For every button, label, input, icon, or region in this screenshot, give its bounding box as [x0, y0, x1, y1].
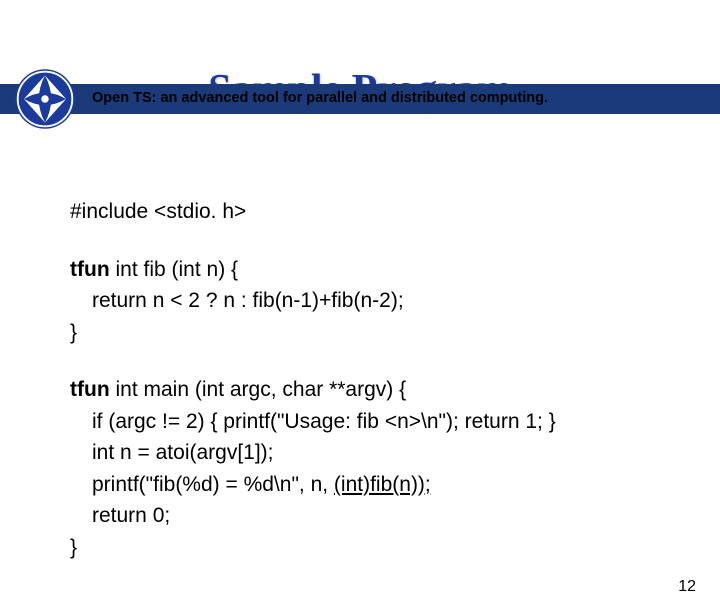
- fib-sig-rest: int fib (int n) {: [110, 258, 238, 281]
- cast-expr: (int)fib(n));: [334, 473, 431, 496]
- tfun-keyword: tfun: [70, 258, 110, 281]
- tfun-keyword: tfun: [70, 378, 110, 401]
- main-close: }: [70, 532, 670, 564]
- fib-body: return n < 2 ? n : fib(n-1)+fib(n-2);: [70, 285, 670, 317]
- include-line: #include <stdio. h>: [70, 196, 670, 228]
- header-title: Open TS: an advanced tool for parallel a…: [92, 90, 710, 106]
- main-line-3: printf("fib(%d) = %d\n", n, (int)fib(n))…: [70, 469, 670, 501]
- main-sig-rest: int main (int argc, char **argv) {: [110, 378, 406, 401]
- fib-function: tfun int fib (int n) { return n < 2 ? n …: [70, 254, 670, 349]
- fib-signature: tfun int fib (int n) {: [70, 254, 670, 286]
- page-number: 12: [678, 578, 696, 596]
- main-line-2: int n = atoi(argv[1]);: [70, 437, 670, 469]
- main-line-3a: printf("fib(%d) = %d\n", n,: [92, 473, 334, 496]
- code-content: #include <stdio. h> tfun int fib (int n)…: [70, 196, 670, 589]
- main-function: tfun int main (int argc, char **argv) { …: [70, 374, 670, 563]
- fib-close: }: [70, 317, 670, 349]
- main-signature: tfun int main (int argc, char **argv) {: [70, 374, 670, 406]
- main-line-1: if (argc != 2) { printf("Usage: fib <n>\…: [70, 406, 670, 438]
- logo-icon: [14, 68, 76, 130]
- main-line-4: return 0;: [70, 500, 670, 532]
